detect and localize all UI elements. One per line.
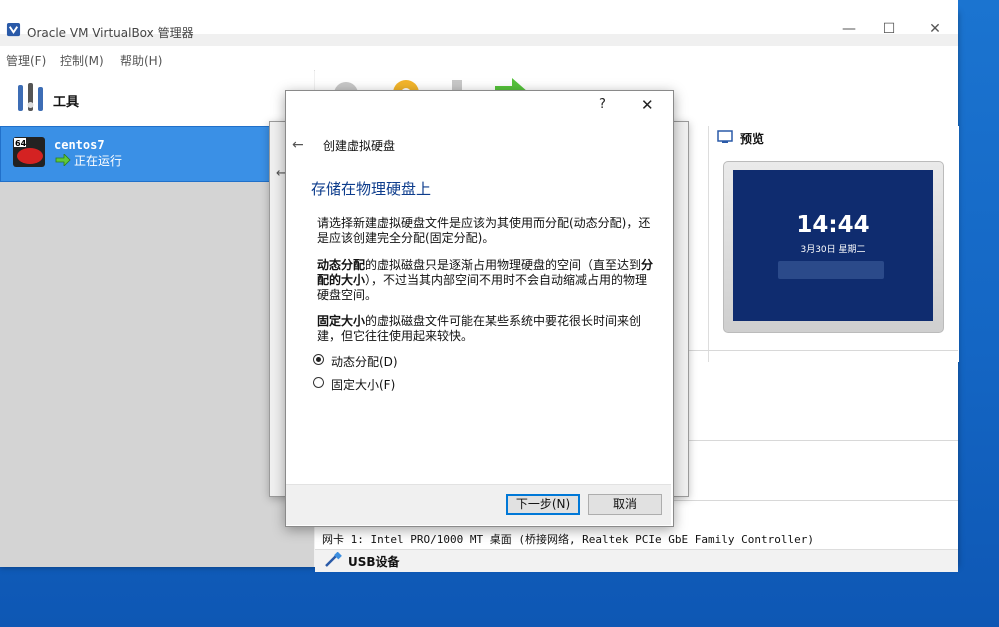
next-button[interactable]: 下一步(N) bbox=[506, 494, 580, 515]
radio-dynamic[interactable] bbox=[313, 354, 324, 365]
network-adapter-info: 网卡 1: Intel PRO/1000 MT 桌面 (桥接网络, Realte… bbox=[322, 533, 814, 546]
menu-help[interactable]: 帮助(H) bbox=[120, 52, 162, 69]
usb-label: USB设备 bbox=[348, 555, 400, 569]
usb-section-header[interactable] bbox=[315, 549, 958, 572]
dialog-title: 存储在物理硬盘上 bbox=[311, 180, 432, 198]
cancel-button[interactable]: 取消 bbox=[588, 494, 662, 515]
preview-date: 3月30日 星期二 bbox=[800, 245, 866, 255]
preview-time: 14:44 bbox=[796, 212, 870, 238]
tools-icon bbox=[18, 83, 43, 111]
usb-icon bbox=[325, 552, 342, 567]
fixed-term: 固定大小 bbox=[317, 314, 366, 328]
dynamic-text-b: ），不过当其内部空间不用时不会自动缩减占用的物理硬盘空间。 bbox=[317, 273, 648, 302]
virtualbox-app-icon bbox=[6, 22, 21, 37]
dialog-close-button[interactable]: ✕ bbox=[641, 96, 654, 114]
radio-dynamic-label[interactable]: 动态分配(D) bbox=[331, 353, 398, 370]
fixed-text: 的虚拟磁盘文件可能在某些系统中要花很长时间来创建，但它往往使用起来较快。 bbox=[317, 314, 642, 343]
vm-name: centos7 bbox=[54, 138, 105, 152]
monitor-icon bbox=[717, 130, 733, 143]
tools-label: 工具 bbox=[53, 95, 80, 110]
dynamic-text-a: 的虚拟磁盘只是逐渐占用物理硬盘的空间（直至达到 bbox=[365, 258, 642, 272]
back-arrow-icon[interactable]: ← bbox=[292, 137, 304, 153]
vm-item-centos7[interactable] bbox=[0, 126, 314, 182]
running-arrow-icon bbox=[55, 154, 71, 166]
close-window-button[interactable]: ✕ bbox=[912, 12, 958, 46]
create-virtual-disk-dialog bbox=[285, 90, 674, 527]
vm-arch-badge: 64 bbox=[15, 139, 27, 148]
preview-notification bbox=[778, 261, 884, 279]
window-title: Oracle VM VirtualBox 管理器 bbox=[27, 26, 194, 40]
maximize-button[interactable]: ☐ bbox=[866, 12, 912, 46]
radio-fixed[interactable] bbox=[313, 377, 324, 388]
dialog-heading: 创建虚拟硬盘 bbox=[323, 139, 396, 153]
menu-control[interactable]: 控制(M) bbox=[60, 52, 104, 69]
dynamic-term: 动态分配 bbox=[317, 258, 366, 272]
preview-label: 预览 bbox=[740, 132, 765, 146]
menu-manage[interactable]: 管理(F) bbox=[6, 52, 46, 69]
radio-fixed-label[interactable]: 固定大小(F) bbox=[331, 376, 395, 393]
help-button[interactable]: ? bbox=[599, 97, 606, 112]
dynamic-allocation-paragraph: 动态分配的虚拟磁盘只是逐渐占用物理硬盘的空间（直至达到分配的大小），不过当其内部… bbox=[317, 258, 659, 303]
vm-status: 正在运行 bbox=[74, 154, 123, 168]
tools-item[interactable] bbox=[0, 70, 314, 127]
fixed-size-paragraph: 固定大小的虚拟磁盘文件可能在某些系统中要花很长时间来创建，但它往往使用起来较快。 bbox=[317, 314, 659, 344]
description-paragraph: 请选择新建虚拟硬盘文件是应该为其使用而分配(动态分配)，还是应该创建完全分配(固… bbox=[317, 216, 651, 245]
